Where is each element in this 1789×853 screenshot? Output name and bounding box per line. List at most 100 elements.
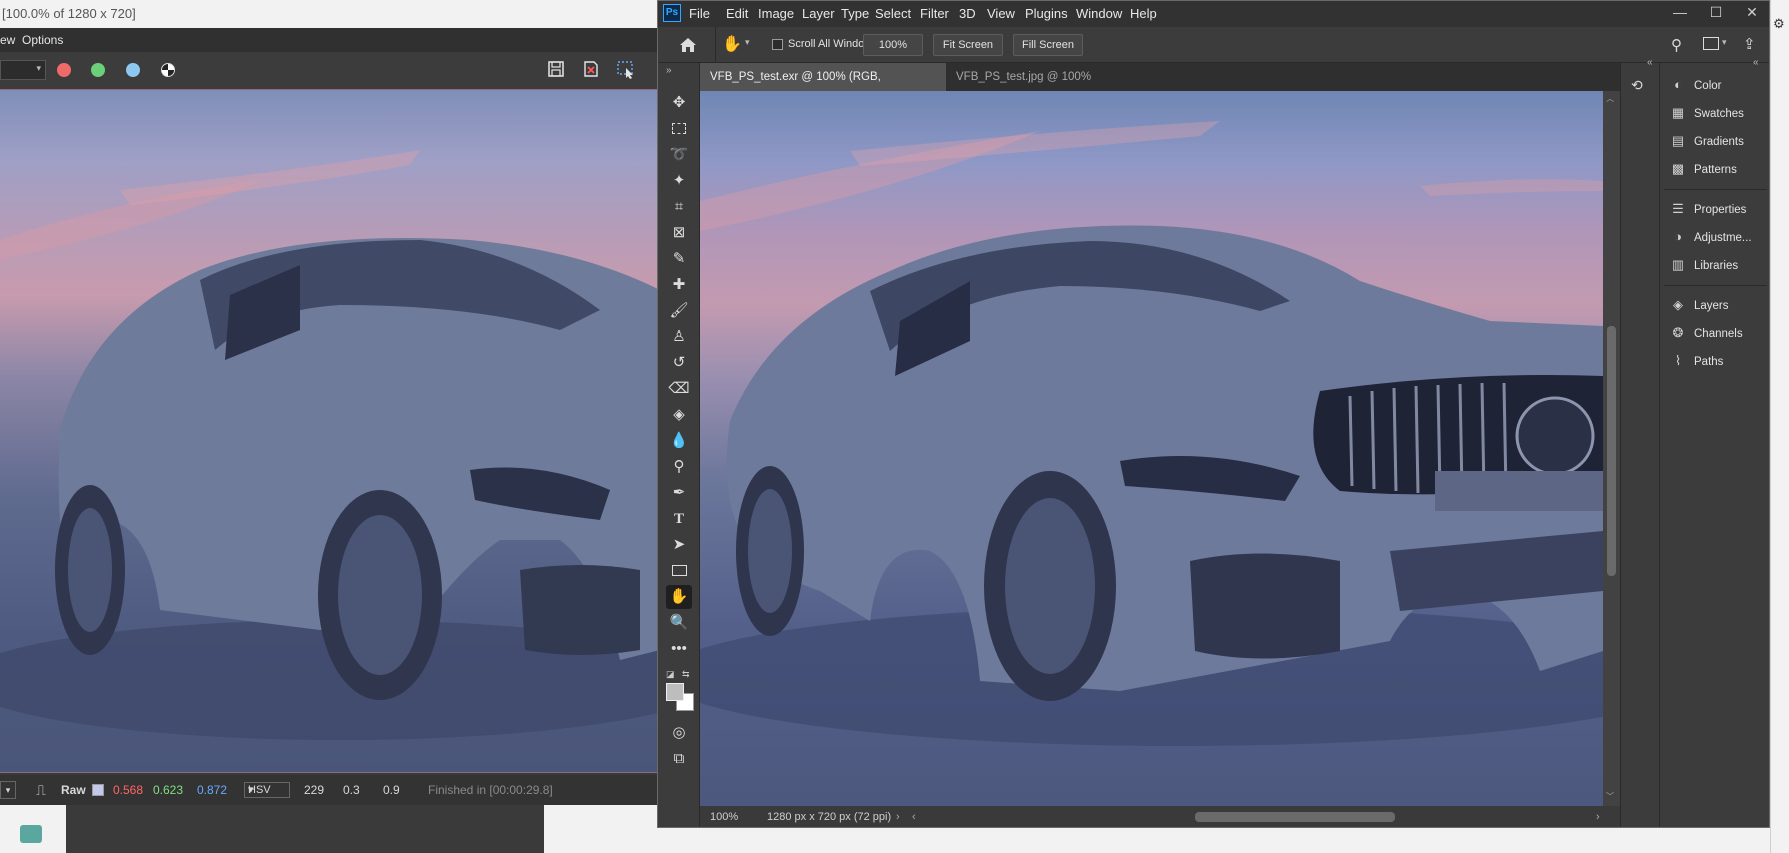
menu-3d[interactable]: 3D (959, 1, 976, 27)
vertical-scrollbar[interactable]: ︿ ﹀ (1603, 91, 1620, 806)
crop-tool-icon[interactable]: ⌗ (666, 195, 692, 219)
quick-mask-icon[interactable]: ◎ (666, 721, 692, 745)
panel-paths-label: Paths (1694, 356, 1724, 368)
panel-properties[interactable]: ☰ Properties (1668, 197, 1768, 221)
type-tool-icon[interactable]: T (666, 507, 692, 531)
more-tools-icon[interactable]: ••• (666, 637, 692, 661)
collapse-toolbar-icon[interactable]: » (666, 65, 672, 76)
foreground-color-swatch[interactable] (666, 683, 684, 701)
collapse-dock-icon[interactable]: « (1753, 57, 1759, 68)
minimize-icon[interactable]: — (1663, 1, 1697, 27)
save-icon[interactable] (545, 60, 567, 82)
move-tool-icon[interactable]: ✥ (666, 91, 692, 115)
menu-view[interactable]: View (987, 1, 1015, 27)
clear-image-icon[interactable] (580, 60, 602, 82)
collapse-left-icon[interactable]: « (1647, 57, 1653, 68)
eraser-tool-icon[interactable]: ⌫ (666, 377, 692, 401)
curve-icon[interactable]: ⎍ (36, 775, 46, 805)
screen-mode-icon[interactable]: ⧉ (666, 747, 692, 771)
camera-icon[interactable] (20, 825, 42, 843)
frame-tool-icon[interactable]: ⊠ (666, 221, 692, 245)
panel-swatches[interactable]: ▦ Swatches (1668, 101, 1768, 125)
vfb-statusbar: ▾ ⎍ Raw 0.568 0.623 0.872 HSV ▾ 229 0.3 … (0, 775, 660, 805)
swap-colors-icon[interactable]: ⇆ (682, 669, 690, 680)
panel-paths[interactable]: ⌇ Paths (1668, 349, 1768, 373)
brush-tool-icon[interactable]: 🖌 (666, 299, 692, 323)
vfb-menu-options[interactable]: Options (22, 28, 63, 52)
zoom-100-button[interactable]: 100% (863, 34, 923, 56)
alpha-channel-button[interactable] (161, 63, 175, 77)
menu-filter[interactable]: Filter (920, 1, 949, 27)
menu-select[interactable]: Select (875, 1, 911, 27)
clone-stamp-tool-icon[interactable]: ♙ (666, 325, 692, 349)
scroll-all-checkbox[interactable] (772, 39, 783, 50)
panel-libraries[interactable]: ▥ Libraries (1668, 253, 1768, 277)
scroll-left-icon[interactable]: ‹ (912, 806, 916, 827)
tab-exr[interactable]: VFB_PS_test.exr @ 100% (RGB, RGB/32*)× (700, 63, 946, 111)
fill-screen-button[interactable]: Fill Screen (1013, 34, 1083, 56)
workspace-icon[interactable] (1703, 37, 1719, 50)
panel-libraries-label: Libraries (1694, 260, 1739, 272)
vertical-scroll-thumb[interactable] (1607, 326, 1616, 576)
zoom-level[interactable]: 100% (710, 806, 738, 827)
path-selection-tool-icon[interactable]: ➤ (666, 533, 692, 557)
zoom-tool-icon[interactable]: 🔍 (666, 611, 692, 635)
color-space-dropdown[interactable]: HSV ▾ (244, 782, 290, 798)
workspace-chevron-icon[interactable]: ▾ (1722, 37, 1727, 48)
document-canvas[interactable] (700, 91, 1603, 806)
close-icon[interactable]: ✕ (1735, 1, 1769, 27)
scroll-down-icon[interactable]: ﹀ (1606, 791, 1614, 802)
marquee-tool-icon[interactable] (666, 117, 692, 141)
chevron-down-icon[interactable]: ▾ (745, 37, 750, 48)
hand-tool-icon[interactable]: ✋ (666, 585, 692, 609)
dodge-tool-icon[interactable]: ⚲ (666, 455, 692, 479)
history-panel-icon[interactable]: ⟲ (1631, 77, 1643, 94)
zoom-dropdown[interactable]: ▾ (0, 781, 16, 799)
panel-layers[interactable]: ◈ Layers (1668, 293, 1768, 317)
paint-bucket-tool-icon[interactable]: ◈ (666, 403, 692, 427)
lasso-tool-icon[interactable]: ➰ (666, 143, 692, 167)
menu-plugins[interactable]: Plugins (1025, 1, 1068, 27)
color-swatch (92, 784, 104, 796)
fit-screen-button[interactable]: Fit Screen (933, 34, 1003, 56)
history-brush-tool-icon[interactable]: ↺ (666, 351, 692, 375)
magic-wand-tool-icon[interactable]: ✦ (666, 169, 692, 193)
hand-tool-preset-icon[interactable]: ✋ (722, 35, 742, 55)
blur-tool-icon[interactable]: 💧 (666, 429, 692, 453)
info-menu-chevron-icon[interactable]: › (896, 806, 900, 827)
default-colors-icon[interactable]: ◪ (666, 669, 675, 680)
menu-type[interactable]: Type (841, 1, 869, 27)
healing-brush-tool-icon[interactable]: ✚ (666, 273, 692, 297)
tab-jpg[interactable]: VFB_PS_test.jpg @ 100% (RGB/8)× (946, 63, 1156, 111)
blue-channel-button[interactable] (126, 63, 140, 77)
rectangle-tool-icon[interactable] (666, 559, 692, 583)
settings-gear-icon[interactable]: ⚙ (1773, 16, 1785, 32)
region-render-icon[interactable] (615, 60, 637, 82)
red-channel-button[interactable] (57, 63, 71, 77)
panel-channels[interactable]: ❂ Channels (1668, 321, 1768, 345)
panel-gradients[interactable]: ▤ Gradients (1668, 129, 1768, 153)
vfb-render-view[interactable] (0, 90, 660, 773)
menu-help[interactable]: Help (1130, 1, 1157, 27)
menu-file[interactable]: File (689, 1, 710, 27)
panel-color[interactable]: ◐ Color (1668, 73, 1768, 97)
panel-patterns[interactable]: ▩ Patterns (1668, 157, 1768, 181)
pen-tool-icon[interactable]: ✒ (666, 481, 692, 505)
menu-image[interactable]: Image (758, 1, 794, 27)
share-icon[interactable]: ⇪ (1743, 35, 1756, 53)
vfb-menu-view[interactable]: ew (0, 28, 15, 52)
maximize-icon[interactable]: ☐ (1699, 1, 1733, 27)
menu-edit[interactable]: Edit (726, 1, 748, 27)
home-icon[interactable] (676, 33, 700, 57)
eyedropper-tool-icon[interactable]: ✎ (666, 247, 692, 271)
menu-window[interactable]: Window (1076, 1, 1122, 27)
scroll-right-icon[interactable]: › (1596, 806, 1600, 827)
horizontal-scroll-thumb[interactable] (1195, 812, 1395, 822)
green-channel-button[interactable] (91, 63, 105, 77)
panel-adjustments[interactable]: ◑ Adjustme... (1668, 225, 1768, 249)
vfb-channel-dropdown[interactable] (0, 60, 46, 80)
background-window-edge: ⚙ (1770, 0, 1789, 853)
scroll-up-icon[interactable]: ︿ (1606, 93, 1614, 104)
search-icon[interactable]: ⚲ (1671, 36, 1682, 54)
menu-layer[interactable]: Layer (802, 1, 835, 27)
